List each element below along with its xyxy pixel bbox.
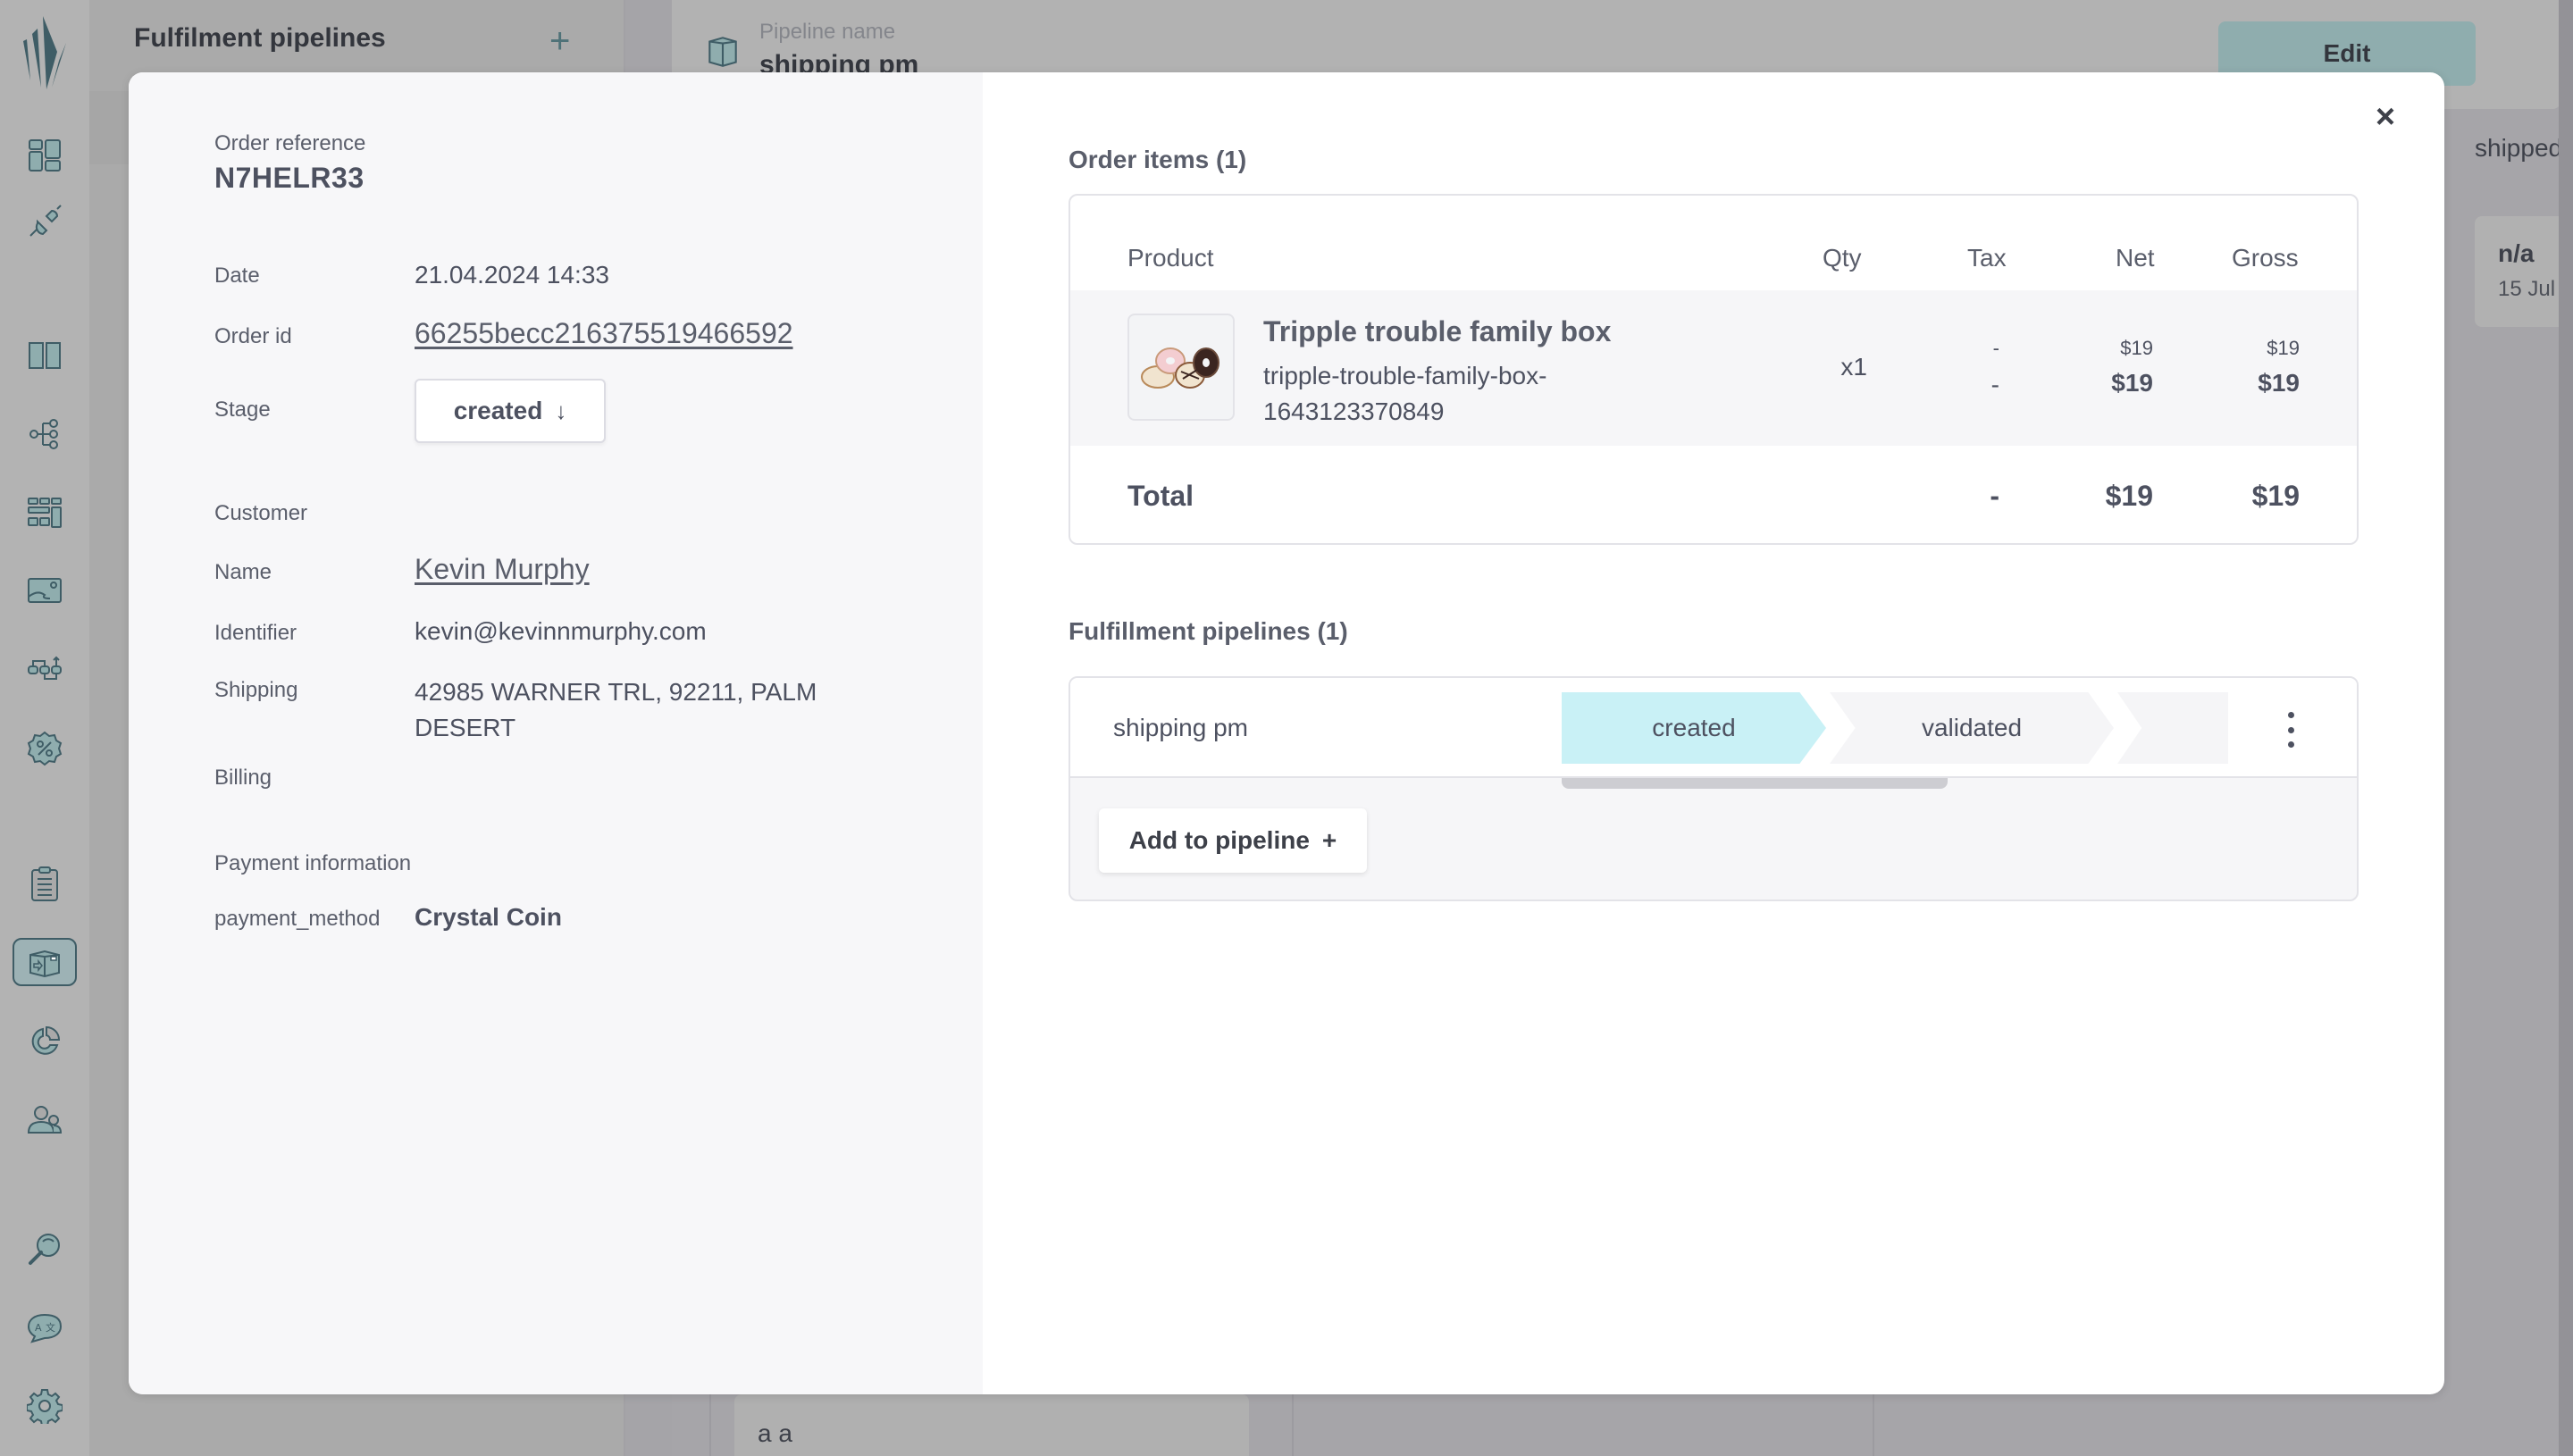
search-icon[interactable]: [25, 1229, 64, 1268]
plus-icon: +: [1321, 826, 1337, 854]
order-id-label: Order id: [214, 324, 292, 348]
customer-name-link[interactable]: Kevin Murphy: [415, 553, 590, 586]
order-reference-label: Order reference: [214, 131, 366, 155]
column-header-net: Net: [2116, 244, 2155, 272]
fulfillment-pipelines-table: shipping pm created validated Add to pip…: [1069, 676, 2359, 901]
add-to-pipeline-label: Add to pipeline: [1128, 826, 1310, 854]
stage-value: created: [453, 397, 543, 424]
card-title: n/a: [2498, 239, 2535, 267]
total-gross: $19: [2251, 480, 2300, 512]
page-scrollbar[interactable]: [2559, 0, 2573, 1456]
hierarchy-icon[interactable]: [25, 414, 64, 454]
discount-icon[interactable]: [25, 729, 64, 768]
svg-text:A: A: [35, 1322, 42, 1334]
dashboard-icon[interactable]: [25, 136, 64, 175]
panel-title: Fulfilment pipelines: [134, 23, 386, 53]
stage-validated[interactable]: validated: [1830, 692, 2114, 764]
order-id-link[interactable]: 66255becc216375519466592: [415, 317, 793, 350]
stage-label: validated: [1921, 714, 2023, 741]
name-label: Name: [214, 560, 272, 584]
payment-info-label: Payment information: [214, 851, 412, 875]
column-header-gross: Gross: [2232, 244, 2299, 272]
stage-next[interactable]: [2117, 692, 2228, 764]
order-items-title: Order items (1): [1069, 146, 1247, 173]
pipeline-name-label: Pipeline name: [759, 20, 896, 44]
date-label: Date: [214, 264, 260, 288]
item-net-total: $19: [2111, 369, 2153, 397]
plug-icon[interactable]: [25, 202, 64, 241]
translate-icon[interactable]: A文: [25, 1308, 64, 1347]
box-icon[interactable]: [13, 938, 77, 986]
order-date: 21.04.2024 14:33: [415, 261, 609, 289]
box-icon: [708, 37, 737, 67]
item-tax-total: -: [1991, 371, 1999, 398]
close-icon[interactable]: ×: [2368, 99, 2403, 135]
gear-icon[interactable]: [25, 1386, 64, 1426]
order-items-pane: × Order items (1) Product Qty Tax Net Gr…: [983, 72, 2444, 1394]
order-reference: N7HELR33: [214, 162, 365, 194]
column-divider: [1873, 1394, 1874, 1456]
pipeline-row: shipping pm created validated: [1070, 678, 2357, 778]
add-to-pipeline-button[interactable]: Add to pipeline +: [1099, 808, 1367, 873]
card-text: a a: [758, 1419, 792, 1447]
total-label: Total: [1127, 480, 1194, 512]
arrow-down-icon: ↓: [555, 397, 567, 424]
svg-text:文: 文: [46, 1321, 55, 1334]
flow-icon[interactable]: [25, 650, 64, 690]
card-date: 15 Jul: [2498, 277, 2556, 301]
item-qty: x1: [1840, 353, 1867, 381]
payment-method-label: payment_method: [214, 907, 381, 931]
stage-dropdown[interactable]: created ↓: [415, 379, 606, 443]
column-header-product: Product: [1127, 244, 1214, 272]
item-tax-unit: -: [1992, 337, 1999, 359]
order-modal: Order reference N7HELR33 Date 21.04.2024…: [129, 72, 2444, 1394]
payment-method: Crystal Coin: [415, 903, 562, 931]
nav-rail: A文: [0, 0, 89, 1456]
shipping-label: Shipping: [214, 678, 298, 702]
column-divider: [1292, 1394, 1294, 1456]
plus-icon[interactable]: +: [549, 23, 570, 59]
book-icon[interactable]: [25, 336, 64, 375]
pipeline-name: shipping pm: [1113, 714, 1248, 741]
total-row: Total - $19 $19: [1070, 446, 2357, 543]
stage-created[interactable]: created: [1562, 692, 1826, 764]
product-name: Tripple trouble family box: [1263, 315, 1612, 347]
table-row[interactable]: Tripple trouble family box tripple-troub…: [1070, 290, 2357, 446]
donuts-icon: [1141, 347, 1219, 389]
logo-icon: [23, 16, 66, 89]
order-items-table: Product Qty Tax Net Gross Tripple troubl…: [1069, 194, 2359, 545]
product-sku: tripple-trouble-family-box-1643123370849: [1263, 362, 1547, 425]
grid-icon[interactable]: [25, 493, 64, 532]
column-divider: [709, 1394, 711, 1456]
chart-icon[interactable]: [25, 1022, 64, 1061]
more-options-icon[interactable]: [2284, 712, 2298, 748]
column-title: shipped: [2475, 134, 2563, 162]
order-card[interactable]: a a: [734, 1394, 1249, 1456]
stages-scrollbar[interactable]: [1562, 778, 1948, 789]
stage-label: Stage: [214, 397, 271, 422]
fulfillment-pipelines-title: Fulfillment pipelines (1): [1069, 617, 1348, 645]
image-icon[interactable]: [25, 572, 64, 611]
billing-label: Billing: [214, 766, 272, 790]
item-gross-unit: $19: [2267, 337, 2300, 359]
item-gross-total: $19: [2258, 369, 2300, 397]
customer-identifier: kevin@kevinnmurphy.com: [415, 617, 707, 645]
clipboard-icon[interactable]: [25, 865, 64, 904]
total-tax: -: [1990, 480, 1999, 512]
users-icon[interactable]: [25, 1100, 64, 1140]
column-header-qty: Qty: [1823, 244, 1862, 272]
identifier-label: Identifier: [214, 621, 298, 645]
order-details-pane: Order reference N7HELR33 Date 21.04.2024…: [129, 72, 983, 1394]
total-net: $19: [2105, 480, 2153, 512]
shipping-address: 42985 WARNER TRL, 92211, PALM DESERT: [415, 678, 817, 741]
product-image: [1127, 314, 1235, 421]
item-net-unit: $19: [2120, 337, 2153, 359]
column-header-tax: Tax: [1967, 244, 2007, 272]
customer-label: Customer: [214, 501, 308, 525]
stage-label: created: [1652, 714, 1736, 741]
